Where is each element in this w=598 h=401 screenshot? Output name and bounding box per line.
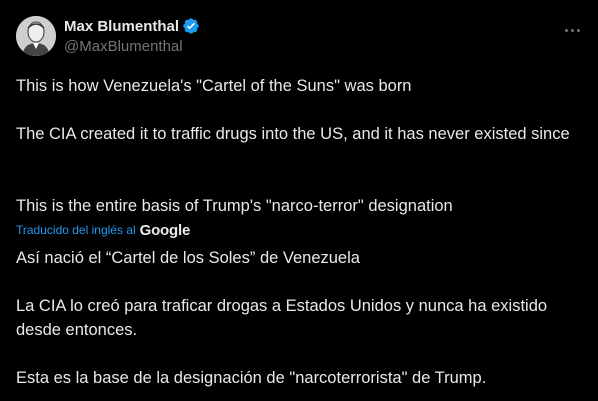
verified-badge-icon bbox=[183, 18, 199, 34]
translation-attribution[interactable]: Traducido del inglés al Google bbox=[16, 220, 190, 240]
tweet-paragraph: This is how Venezuela's "Cartel of the S… bbox=[16, 77, 412, 95]
author-display-name[interactable]: Max Blumenthal bbox=[64, 18, 179, 35]
more-options-icon[interactable] bbox=[562, 22, 582, 38]
google-logo: Google bbox=[139, 221, 191, 239]
tweet-card: Max Blumenthal @MaxBlumenthal This is ho… bbox=[0, 0, 598, 401]
translated-paragraph: La CIA lo creó para traficar drogas a Es… bbox=[16, 297, 548, 339]
translation-label[interactable]: Traducido del inglés al bbox=[16, 223, 136, 237]
translated-paragraph: Así nació el “Cartel de los Soles” de Ve… bbox=[16, 249, 360, 267]
avatar[interactable] bbox=[16, 16, 56, 56]
person-avatar-icon bbox=[16, 16, 56, 56]
tweet-paragraph: The CIA created it to traffic drugs into… bbox=[16, 125, 570, 143]
author-handle[interactable]: @MaxBlumenthal bbox=[64, 38, 183, 55]
author-name-row[interactable]: Max Blumenthal bbox=[64, 16, 200, 36]
tweet-paragraph: This is the entire basis of Trump's "nar… bbox=[16, 197, 453, 215]
translated-paragraph: Esta es la base de la designación de "na… bbox=[16, 369, 487, 387]
